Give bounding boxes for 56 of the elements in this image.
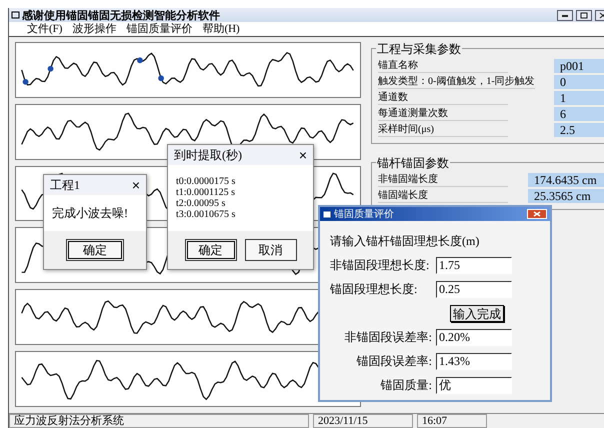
dialog-message: 完成小波去噪! <box>52 204 129 222</box>
field-label: 非锚固段误差率: <box>344 329 432 346</box>
status-date: 2023/11/15 <box>313 414 413 428</box>
field-label: 非锚固段理想长度: <box>330 257 430 274</box>
ok-button[interactable]: 确定 <box>66 239 124 261</box>
status-message: 应力波反射法分析系统 <box>9 414 309 428</box>
parameter-label: 非锚固端长度 <box>378 174 508 186</box>
submit-button[interactable]: 输入完成 <box>450 305 504 322</box>
parameter-label: 通道数 <box>378 92 508 104</box>
parameter-label: 触发类型：0-阈值触发，1-同步触发 <box>378 76 535 88</box>
dialog-title: 锚固质量评价 <box>323 207 394 221</box>
minimize-icon <box>561 12 569 18</box>
parameter-value: 0 <box>554 75 604 89</box>
dialog-title: 工程1 <box>50 176 80 194</box>
close-button[interactable]: × <box>132 177 140 193</box>
parameter-value: 174.6435 cm <box>528 173 604 187</box>
parameter-label: 锚直名称 <box>378 60 508 72</box>
field-label: 锚固质量: <box>380 377 432 394</box>
parameter-value: p001 <box>554 59 604 73</box>
input-field[interactable]: 0.25 <box>436 281 512 298</box>
parameter-value: 6 <box>554 107 604 121</box>
menu-item[interactable]: 帮助(H) <box>202 22 240 36</box>
result-field[interactable]: 1.43% <box>436 353 512 370</box>
field-label: 锚固段理想长度: <box>330 281 418 298</box>
result-field[interactable]: 优 <box>436 377 512 394</box>
parameter-value: 2.5 <box>554 123 604 137</box>
arrival-time-text: t1:0.0001125 s <box>176 187 236 198</box>
status-time: 16:07 <box>417 414 487 428</box>
menu-item[interactable]: 波形操作 <box>72 22 116 36</box>
cancel-button[interactable]: 取消 <box>244 239 296 261</box>
parameter-value: 25.3565 cm <box>528 189 604 203</box>
group-title: 工程与采集参数 <box>376 41 462 58</box>
minimize-button[interactable] <box>557 10 573 20</box>
close-icon <box>533 211 541 217</box>
maximize-icon <box>580 12 588 18</box>
maximize-button[interactable] <box>576 10 592 20</box>
ok-button[interactable]: 确定 <box>184 239 236 261</box>
arrival-time-text: t3:0.0010675 s <box>176 209 236 220</box>
parameter-value: 1 <box>554 91 604 105</box>
window-title: 感谢使用锚固锚固无损检测智能分析软件 <box>11 8 220 22</box>
group-title: 锚杆锚固参数 <box>376 155 450 172</box>
input-field[interactable]: 1.75 <box>436 257 512 274</box>
parameter-label: 锚固端长度 <box>378 190 508 202</box>
arrival-time-text: t0:0.0000175 s <box>176 176 236 187</box>
parameter-label: 每通道测量次数 <box>378 108 508 120</box>
field-label: 锚固段误差率: <box>356 353 432 370</box>
prompt-text: 请输入锚杆锚固理想长度(m) <box>330 233 480 250</box>
parameter-label: 采样时间(μs) <box>378 124 508 136</box>
app-icon <box>11 11 20 19</box>
menu-item[interactable]: 锚固质量评价 <box>126 22 192 36</box>
dialog-title: 到时提取(秒) <box>174 146 242 164</box>
menu-item[interactable]: 文件(F) <box>27 22 62 36</box>
close-button[interactable]: × <box>298 147 307 163</box>
arrival-time-text: t2:0.00095 s <box>176 198 226 209</box>
app-icon <box>323 210 331 218</box>
result-field[interactable]: 0.20% <box>436 329 512 346</box>
